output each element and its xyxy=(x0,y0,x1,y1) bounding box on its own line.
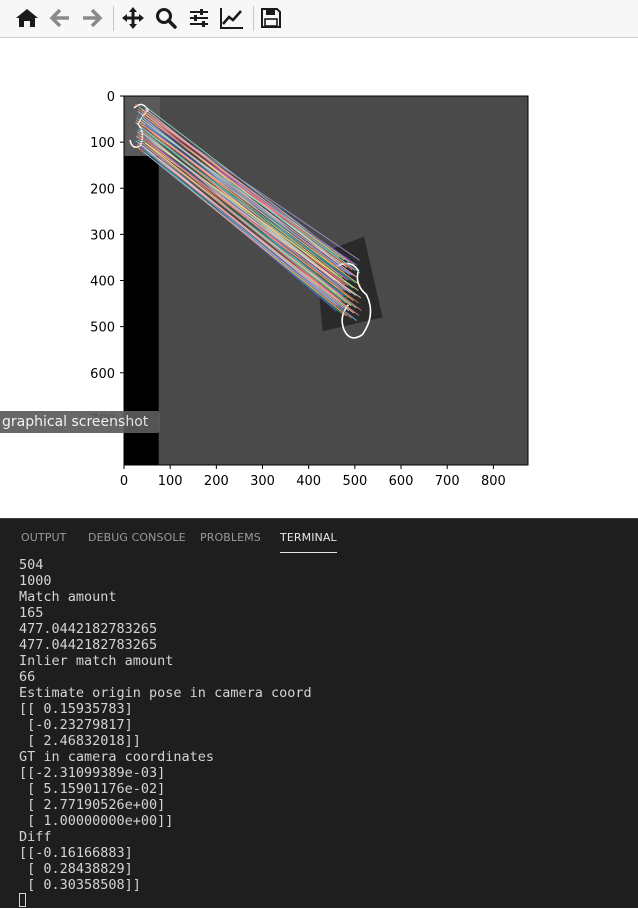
x-tick-label: 600 xyxy=(389,474,414,489)
x-tick-label: 0 xyxy=(120,474,128,489)
terminal-line: Inlier match amount xyxy=(19,653,174,669)
terminal-line: [ 0.28438829] xyxy=(19,861,133,877)
bottom-panel: OUTPUT DEBUG CONSOLE PROBLEMS TERMINAL 5… xyxy=(0,518,638,908)
x-tick-label: 800 xyxy=(481,474,506,489)
terminal-line: [[ 0.15935783] xyxy=(19,701,133,717)
terminal-line: Estimate origin pose in camera coord xyxy=(19,685,312,701)
tab-problems[interactable]: PROBLEMS xyxy=(200,519,261,555)
y-tick-label: 600 xyxy=(90,367,115,382)
terminal-line: [ 0.30358508]] xyxy=(19,877,141,893)
configure-subplots-icon[interactable] xyxy=(184,3,214,33)
tab-output[interactable]: OUTPUT xyxy=(21,519,66,555)
terminal-line: [ 1.00000000e+00]] xyxy=(19,813,174,829)
x-tick-label: 300 xyxy=(250,474,275,489)
home-icon[interactable] xyxy=(12,3,42,33)
y-tick-label: 200 xyxy=(90,182,115,197)
edit-axis-icon[interactable] xyxy=(217,3,247,33)
terminal-line: 477.0442182783265 xyxy=(19,621,158,637)
zoom-icon[interactable] xyxy=(151,3,181,33)
x-tick-label: 400 xyxy=(296,474,321,489)
back-arrow-icon[interactable] xyxy=(45,3,75,33)
terminal-prompt-line xyxy=(19,893,629,909)
terminal-cursor xyxy=(19,893,26,907)
x-tick-label: 100 xyxy=(158,474,183,489)
y-tick-label: 100 xyxy=(90,136,115,151)
terminal-line: [ 2.77190526e+00] xyxy=(19,797,166,813)
y-tick-label: 0 xyxy=(107,90,115,105)
panel-tabs: OUTPUT DEBUG CONSOLE PROBLEMS TERMINAL xyxy=(0,519,638,555)
x-tick-label: 700 xyxy=(435,474,460,489)
terminal-line: [ 5.15901176e-02] xyxy=(19,781,166,797)
x-tick-label: 200 xyxy=(204,474,229,489)
forward-arrow-icon[interactable] xyxy=(77,3,107,33)
tooltip: graphical screenshot xyxy=(0,411,161,433)
terminal-line: 66 xyxy=(19,669,36,685)
pan-icon[interactable] xyxy=(118,3,148,33)
terminal-line: [[-2.31099389e-03] xyxy=(19,765,166,781)
tab-debug-console[interactable]: DEBUG CONSOLE xyxy=(88,519,186,555)
tab-terminal[interactable]: TERMINAL xyxy=(280,519,337,555)
y-tick-label: 300 xyxy=(90,228,115,243)
plot-figure: 0 100 200 300 400 500 600 700 800 0 100 200 300 400 50… xyxy=(0,38,638,518)
terminal-line: GT in camera coordinates xyxy=(19,749,215,765)
terminal-line: 1000 xyxy=(19,573,52,589)
terminal-line: [-0.23279817] xyxy=(19,717,133,733)
save-icon[interactable] xyxy=(256,3,286,33)
terminal-line: 504 xyxy=(19,557,44,573)
toolbar-separator xyxy=(113,6,114,31)
terminal-line: Diff xyxy=(19,829,52,845)
terminal-line: 165 xyxy=(19,605,44,621)
toolbar-separator xyxy=(253,6,254,31)
terminal-line: [ 2.46832018]] xyxy=(19,733,141,749)
y-tick-label: 500 xyxy=(90,321,115,336)
y-tick-label: 400 xyxy=(90,275,115,290)
terminal-line: [[-0.16166883] xyxy=(19,845,133,861)
match-visualization-plot: 0 100 200 300 400 500 600 700 800 0 100 200 300 400 50… xyxy=(90,90,529,489)
matplotlib-toolbar xyxy=(0,0,638,38)
terminal-line: 477.0442182783265 xyxy=(19,637,158,653)
x-tick-label: 500 xyxy=(342,474,367,489)
terminal-output[interactable]: 504 1000 Match amount 165 477.0442182783265 4… xyxy=(19,557,629,909)
terminal-line: Match amount xyxy=(19,589,117,605)
